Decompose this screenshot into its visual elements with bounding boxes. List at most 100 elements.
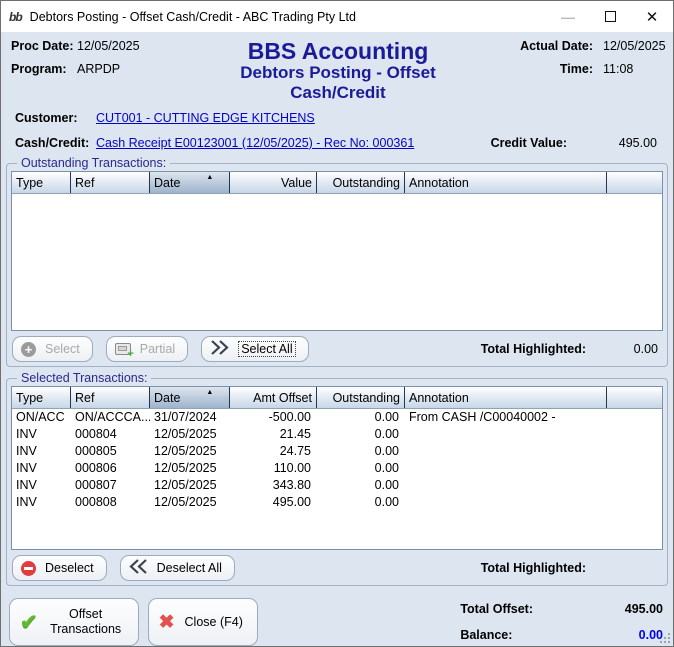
cell: 0.00 [374,410,399,424]
outstanding-group-label: Outstanding Transactions: [21,156,167,170]
column-header-value[interactable]: Value [230,172,317,193]
window: bb Debtors Posting - Offset Cash/Credit … [0,0,674,647]
selected-table-header: Type Ref Date ▲ Amt Offset Outstanding An… [12,387,662,409]
cell: 0.00 [374,461,399,475]
maximize-button[interactable] [589,1,631,32]
cell: 110.00 [273,461,311,475]
check-icon: ✔ [20,610,38,634]
partial-amount-icon [114,343,134,360]
cell [405,426,607,443]
sort-ascending-icon: ▲ [206,174,214,181]
close-button[interactable]: ✕ [631,1,673,32]
cell: INV [16,478,37,492]
balance-value: 0.00 [638,628,663,642]
select-button[interactable]: + Select [12,336,93,362]
cell [405,494,607,511]
cell: From CASH /C00040002 - [409,410,556,424]
minimize-button[interactable]: — [547,1,589,32]
app-title: BBS Accounting [247,38,429,64]
cell: 24.75 [279,444,311,458]
column-header-ref[interactable]: Ref [71,387,150,408]
close-f4-button[interactable]: ✖ Close (F4) [147,598,258,646]
table-row[interactable]: INV 000807 12/05/2025 343.80 0.00 [12,477,662,494]
cell [405,477,607,494]
cell: 0.00 [374,478,399,492]
app-icon: bb [9,9,23,24]
actual-date-label: Actual Date: [520,39,593,53]
outstanding-transactions-group: Outstanding Transactions: Type Ref Date ▲… [6,156,668,367]
outstanding-actions: + Select Partial Select All Total Highli… [12,336,662,362]
no-entry-icon [21,560,36,576]
total-offset-value: 495.00 [624,602,663,616]
footer-totals: Total Offset: 495.00 Balance: 0.00 [460,598,663,642]
column-header-type[interactable]: Type [12,387,71,408]
window-title: Debtors Posting - Offset Cash/Credit - A… [29,9,356,24]
selected-actions: Deselect Deselect All Total Highlighted: [12,555,662,581]
double-chevron-right-icon [210,339,229,359]
selected-table-body[interactable]: ON/ACC ON/ACCCA... 31/07/2024 -500.00 0.00 Fr… [12,409,662,549]
table-row[interactable]: INV 000806 12/05/2025 110.00 0.00 [12,460,662,477]
total-highlighted-label: Total Highlighted: [480,342,586,356]
column-header-annotation[interactable]: Annotation [405,387,607,408]
customer-link[interactable]: CUT001 - CUTTING EDGE KITCHENS [96,111,315,125]
offset-transactions-button[interactable]: ✔ Offset Transactions [9,598,139,646]
cell: 343.80 [272,478,311,492]
credit-value: 495.00 [618,135,657,150]
time-value: 11:08 [603,62,634,76]
cell: 000804 [75,427,117,441]
deselect-all-button[interactable]: Deselect All [119,555,235,581]
outstanding-table-body[interactable] [12,194,662,330]
double-chevron-left-icon [129,558,148,578]
cell: 12/05/2025 [154,444,217,458]
resize-grip[interactable] [659,632,670,643]
credit-value-label: Credit Value: [490,135,567,150]
balance-label: Balance: [460,628,513,642]
cell: 0.00 [374,495,399,509]
cell [405,443,607,460]
cell: ON/ACCCA... [75,410,150,424]
total-offset-label: Total Offset: [460,602,533,616]
selected-table: Type Ref Date ▲ Amt Offset Outstanding An… [11,386,663,550]
table-row[interactable]: INV 000804 12/05/2025 21.45 0.00 [12,426,662,443]
footer: ✔ Offset Transactions ✖ Close (F4) Total… [1,589,673,646]
program-label: Program: [11,62,67,76]
cell: 31/07/2024 [154,410,217,424]
cell: 21.45 [279,427,311,441]
date-info: Actual Date: 12/05/2025 Time: 11:08 [485,39,666,103]
proc-date-label: Proc Date: [11,39,74,53]
page-title: Debtors Posting - Offset Cash/Credit [240,63,436,102]
customer-label: Customer: [15,110,78,125]
selected-group-label: Selected Transactions: [21,371,148,385]
selected-total: Total Highlighted: [481,561,662,575]
column-header-annotation[interactable]: Annotation [405,172,607,193]
cash-credit-label: Cash/Credit: [15,135,90,150]
column-header-date[interactable]: Date ▲ [150,387,230,408]
cell [405,460,607,477]
column-header-filler [607,387,662,408]
cell: 0.00 [374,427,399,441]
table-row[interactable]: ON/ACC ON/ACCCA... 31/07/2024 -500.00 0.00 Fr… [12,409,662,426]
customer-row: Customer: CUT001 - CUTTING EDGE KITCHENS [1,105,673,130]
deselect-button[interactable]: Deselect [12,555,107,581]
column-header-type[interactable]: Type [12,172,71,193]
cell: ON/ACC [16,410,65,424]
program-value: ARPDP [77,62,121,76]
column-header-amt-offset[interactable]: Amt Offset [230,387,317,408]
partial-button[interactable]: Partial [105,336,189,362]
cash-credit-link[interactable]: Cash Receipt E00123001 (12/05/2025) - Re… [96,136,414,150]
cell: INV [16,495,37,509]
cell: INV [16,427,37,441]
maximize-icon [604,11,616,22]
column-header-outstanding[interactable]: Outstanding [317,387,405,408]
select-all-button[interactable]: Select All [201,336,309,362]
table-row[interactable]: INV 000805 12/05/2025 24.75 0.00 [12,443,662,460]
titles: BBS Accounting Debtors Posting - Offset … [191,39,485,103]
column-header-date[interactable]: Date ▲ [150,172,230,193]
column-header-outstanding[interactable]: Outstanding [317,172,405,193]
cell: -500.00 [268,410,311,424]
table-row[interactable]: INV 000808 12/05/2025 495.00 0.00 [12,494,662,511]
cell: INV [16,444,37,458]
column-header-ref[interactable]: Ref [71,172,150,193]
cell: 0.00 [374,444,399,458]
total-highlighted-label: Total Highlighted: [480,561,586,575]
